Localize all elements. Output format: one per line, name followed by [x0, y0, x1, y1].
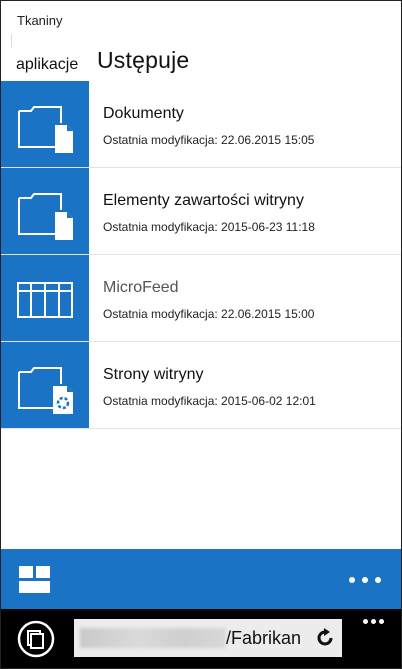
ellipsis-icon[interactable]: [349, 575, 385, 585]
list-item[interactable]: Dokumenty Ostatnia modyfikacja: 22.06.20…: [1, 81, 401, 168]
app-label: aplikacje: [16, 56, 79, 73]
list-item[interactable]: Strony witryny Ostatnia modyfikacja: 201…: [1, 342, 401, 429]
item-title: Dokumenty: [103, 105, 184, 122]
tabs-icon[interactable]: [17, 620, 55, 658]
item-title: MicroFeed: [103, 279, 179, 296]
item-title: Elementy zawartości witryny: [103, 192, 304, 209]
reload-icon[interactable]: [314, 627, 336, 649]
item-modified: Ostatnia modyfikacja: 2015-06-23 11:18: [103, 220, 315, 234]
app-list: Dokumenty Ostatnia modyfikacja: 22.06.20…: [1, 81, 401, 429]
address-bar[interactable]: /Fabrikan: [74, 619, 342, 657]
document-library-icon: [1, 81, 89, 167]
app-frame: Tkaniny aplikacje Ustępuje Dokumenty Ost…: [0, 0, 402, 669]
page-title: Ustępuje: [97, 47, 190, 73]
address-text: /Fabrikan: [226, 628, 302, 648]
item-modified: Ostatnia modyfikacja: 22.06.2015 15:00: [103, 307, 315, 321]
item-title: Strony witryny: [103, 366, 204, 383]
browser-bar: /Fabrikan: [1, 609, 401, 668]
site-pages-icon: [1, 342, 89, 428]
list-item[interactable]: Elementy zawartości witryny Ostatnia mod…: [1, 168, 401, 255]
document-library-icon: [1, 168, 89, 254]
item-modified: Ostatnia modyfikacja: 2015-06-02 12:01: [103, 394, 316, 408]
site-name[interactable]: Tkaniny: [17, 13, 63, 28]
tiles-icon[interactable]: [19, 566, 51, 594]
list-item[interactable]: MicroFeed Ostatnia modyfikacja: 22.06.20…: [1, 255, 401, 342]
blurred-url: [80, 628, 226, 648]
item-modified: Ostatnia modyfikacja: 22.06.2015 15:05: [103, 133, 315, 147]
divider: [11, 34, 12, 48]
list-icon: [1, 255, 89, 341]
app-bar: [1, 549, 401, 609]
browser-more-icon[interactable]: [363, 619, 385, 625]
